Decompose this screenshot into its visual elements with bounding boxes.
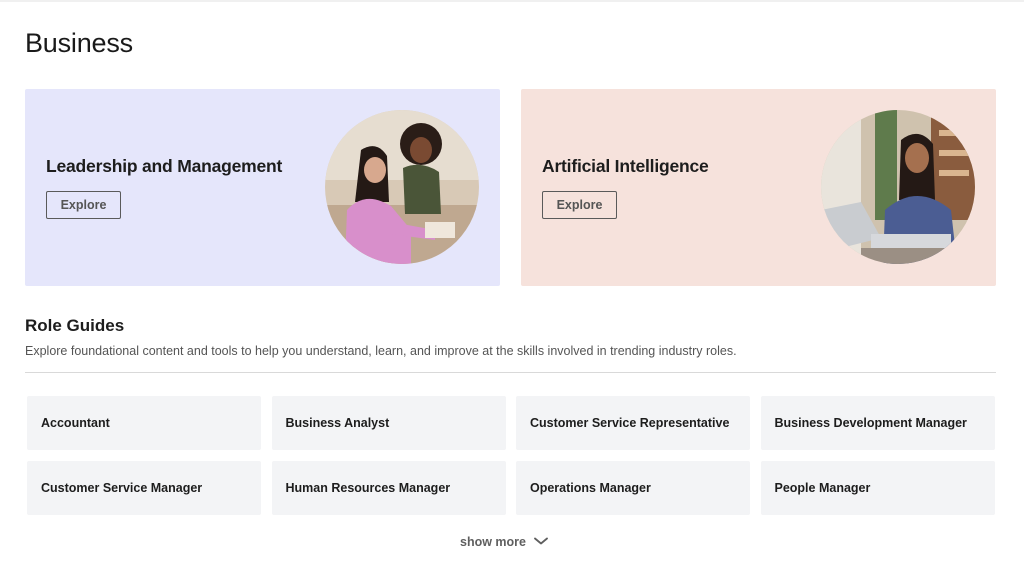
leadership-card[interactable]: Leadership and Management Explore xyxy=(25,89,500,286)
chevron-down-icon xyxy=(534,535,548,549)
section-description: Explore foundational content and tools t… xyxy=(25,344,737,358)
role-card[interactable]: Accountant xyxy=(27,396,261,450)
role-card[interactable]: Operations Manager xyxy=(516,461,750,515)
role-card[interactable]: People Manager xyxy=(760,461,995,515)
show-more-button[interactable]: show more xyxy=(460,535,548,549)
role-guides-grid: Accountant Business Analyst Customer Ser… xyxy=(27,396,995,515)
top-divider xyxy=(0,0,1024,2)
card-title: Leadership and Management xyxy=(46,156,283,176)
role-card[interactable]: Customer Service Manager xyxy=(27,461,261,515)
section-title: Role Guides xyxy=(25,316,125,335)
card-title: Artificial Intelligence xyxy=(542,156,709,176)
ai-card[interactable]: Artificial Intelligence Explore xyxy=(521,89,996,286)
explore-button[interactable]: Explore xyxy=(542,191,617,219)
card-photo xyxy=(821,110,975,264)
role-card[interactable]: Business Development Manager xyxy=(760,396,995,450)
role-card[interactable]: Human Resources Manager xyxy=(271,461,506,515)
page-title: Business xyxy=(25,28,133,58)
role-card[interactable]: Business Analyst xyxy=(271,396,506,450)
card-photo xyxy=(325,110,479,264)
role-card[interactable]: Customer Service Representative xyxy=(516,396,750,450)
section-divider xyxy=(25,372,996,373)
explore-button[interactable]: Explore xyxy=(46,191,121,219)
show-more-label: show more xyxy=(460,535,526,549)
